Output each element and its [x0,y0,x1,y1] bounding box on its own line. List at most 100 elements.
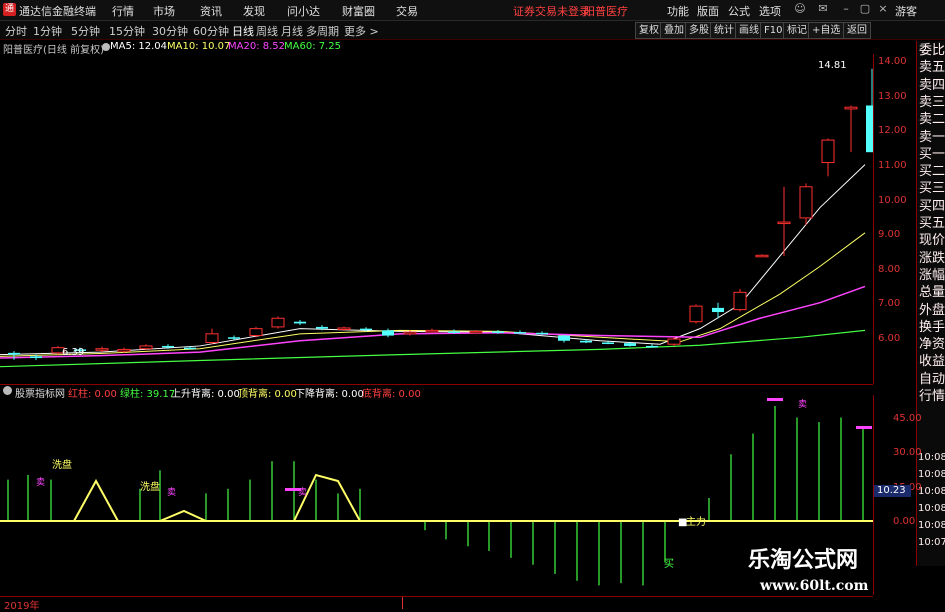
low-price-label: 6.39 [62,347,84,358]
quote-field-label: 卖四 [919,77,945,93]
watermark-title: 乐淘公式网 [748,548,859,573]
high-price-label: 14.81 [818,60,847,71]
quote-field-label: 卖一 [919,129,945,145]
date-axis [0,596,873,610]
price-tick: 6.00 [878,333,901,344]
restore-icon[interactable]: ▢ [858,2,872,16]
menu-xuanxiang[interactable]: 选项 [759,3,781,19]
price-tick: 10.00 [878,195,907,206]
quote-field-label: 买三 [919,181,945,197]
wash-triangle [73,478,120,522]
quote-field-label: 卖三 [919,94,945,110]
menu-zixun[interactable]: 资讯 [200,3,222,19]
period-monthly[interactable]: 月线 [281,23,303,39]
price-tick: 8.00 [878,264,901,275]
indicator-tick: 45.00 [893,413,922,424]
candle-body [448,331,460,333]
period-more[interactable]: 更多 > [344,23,379,39]
menu-hangqing[interactable]: 行情 [112,3,134,19]
red-marker: 卖 [167,487,176,498]
candle-body [162,345,174,348]
quote-time: 10:08 [918,520,945,531]
candle-body [271,317,285,328]
candle-body [30,356,42,359]
fuquan-button[interactable]: 复权 [635,22,663,39]
diejia-button[interactable]: 叠加 [660,22,688,39]
indicator-current-value: 10.23 [874,485,911,497]
candle-body [425,329,439,333]
indicator-settings-icon[interactable] [3,386,12,395]
period-1min[interactable]: 1分钟 [33,23,62,39]
ma5-value: MA5: 12.04 [110,41,168,52]
quote-field-label: 收益 [919,354,945,370]
kline-chart[interactable]: 14.81 6.39 [0,54,873,384]
indicator-tick: 0.00 [893,516,916,527]
quote-time: 10:08 [918,503,945,514]
quote-field-label: 总量 [919,285,945,301]
period-multi[interactable]: 多周期 [306,23,339,39]
mail-icon[interactable]: ✉ [816,2,830,16]
period-daily[interactable]: 日线 [232,23,254,39]
candle-body [249,328,263,337]
red-marker: 卖 [798,399,807,410]
menu-shichang[interactable]: 市场 [153,3,175,19]
biaoji-button[interactable]: 标记 [783,22,811,39]
top-divergence-mark [856,426,872,429]
login-status[interactable]: 证券交易未登录 [513,3,590,19]
menu-jiaoyi[interactable]: 交易 [396,3,418,19]
indicator-chart[interactable]: 卖卖卖卖■ 洗盘 洗盘 主力 买 [0,395,873,595]
quote-field-label: 涨幅 [919,267,945,283]
user-icon[interactable]: ☺ [793,2,807,16]
candle-body [117,348,131,352]
candle-body [294,321,306,324]
candle-body [602,342,614,344]
wash-triangle [293,473,362,522]
minimize-icon[interactable]: – [839,2,853,16]
candle-body [184,347,196,350]
zixuan-button[interactable]: +自选 [808,22,845,39]
app-logo-icon: 通 [3,3,16,16]
fanhui-button[interactable]: 返回 [843,22,871,39]
menu-caifuquan[interactable]: 财富圈 [342,3,375,19]
quote-time: 10:08 [918,469,945,480]
period-5min[interactable]: 5分钟 [71,23,100,39]
menu-gongneng[interactable]: 功能 [667,3,689,19]
price-tick: 13.00 [878,91,907,102]
menu-gongshi[interactable]: 公式 [728,3,750,19]
candle-body [337,327,351,330]
settings-icon[interactable] [102,43,110,51]
candle-body [866,105,873,153]
period-30min[interactable]: 30分钟 [152,23,188,39]
buy-label: 买 [664,558,674,570]
menu-wenxiaoda[interactable]: 问小达 [287,3,320,19]
quote-field-label: 买一 [919,146,945,162]
candle-body [733,291,747,311]
red-marker: 卖 [36,477,45,488]
candle-body [689,305,703,323]
close-icon[interactable]: × [876,2,890,16]
date-divider [402,597,403,609]
candle-body [777,221,791,225]
menu-banmian[interactable]: 版面 [697,3,719,19]
candle-body [580,340,592,343]
candle-body [95,348,109,351]
candle-body [755,254,769,258]
quote-field-label: 自动 [919,371,945,387]
period-15min[interactable]: 15分钟 [109,23,145,39]
duogu-button[interactable]: 多股 [685,22,713,39]
menu-faxian[interactable]: 发现 [243,3,265,19]
quote-field-label: 涨跌 [919,250,945,266]
candle-body [316,326,328,329]
quote-field-label: 外盘 [919,302,945,318]
period-60min[interactable]: 60分钟 [193,23,229,39]
huaxian-button[interactable]: 画线 [735,22,763,39]
guest-label[interactable]: 游客 [895,3,917,19]
tongji-button[interactable]: 统计 [710,22,738,39]
period-fenshi[interactable]: 分时 [5,23,27,39]
ma60-line [0,329,866,368]
period-weekly[interactable]: 周线 [256,23,278,39]
app-title: 通达信金融终端 [19,5,96,18]
quote-field-label: 净资 [919,337,945,353]
ma20-value: MA20: 8.52 [228,41,286,52]
ma10-value: MA10: 10.07 [167,41,231,52]
